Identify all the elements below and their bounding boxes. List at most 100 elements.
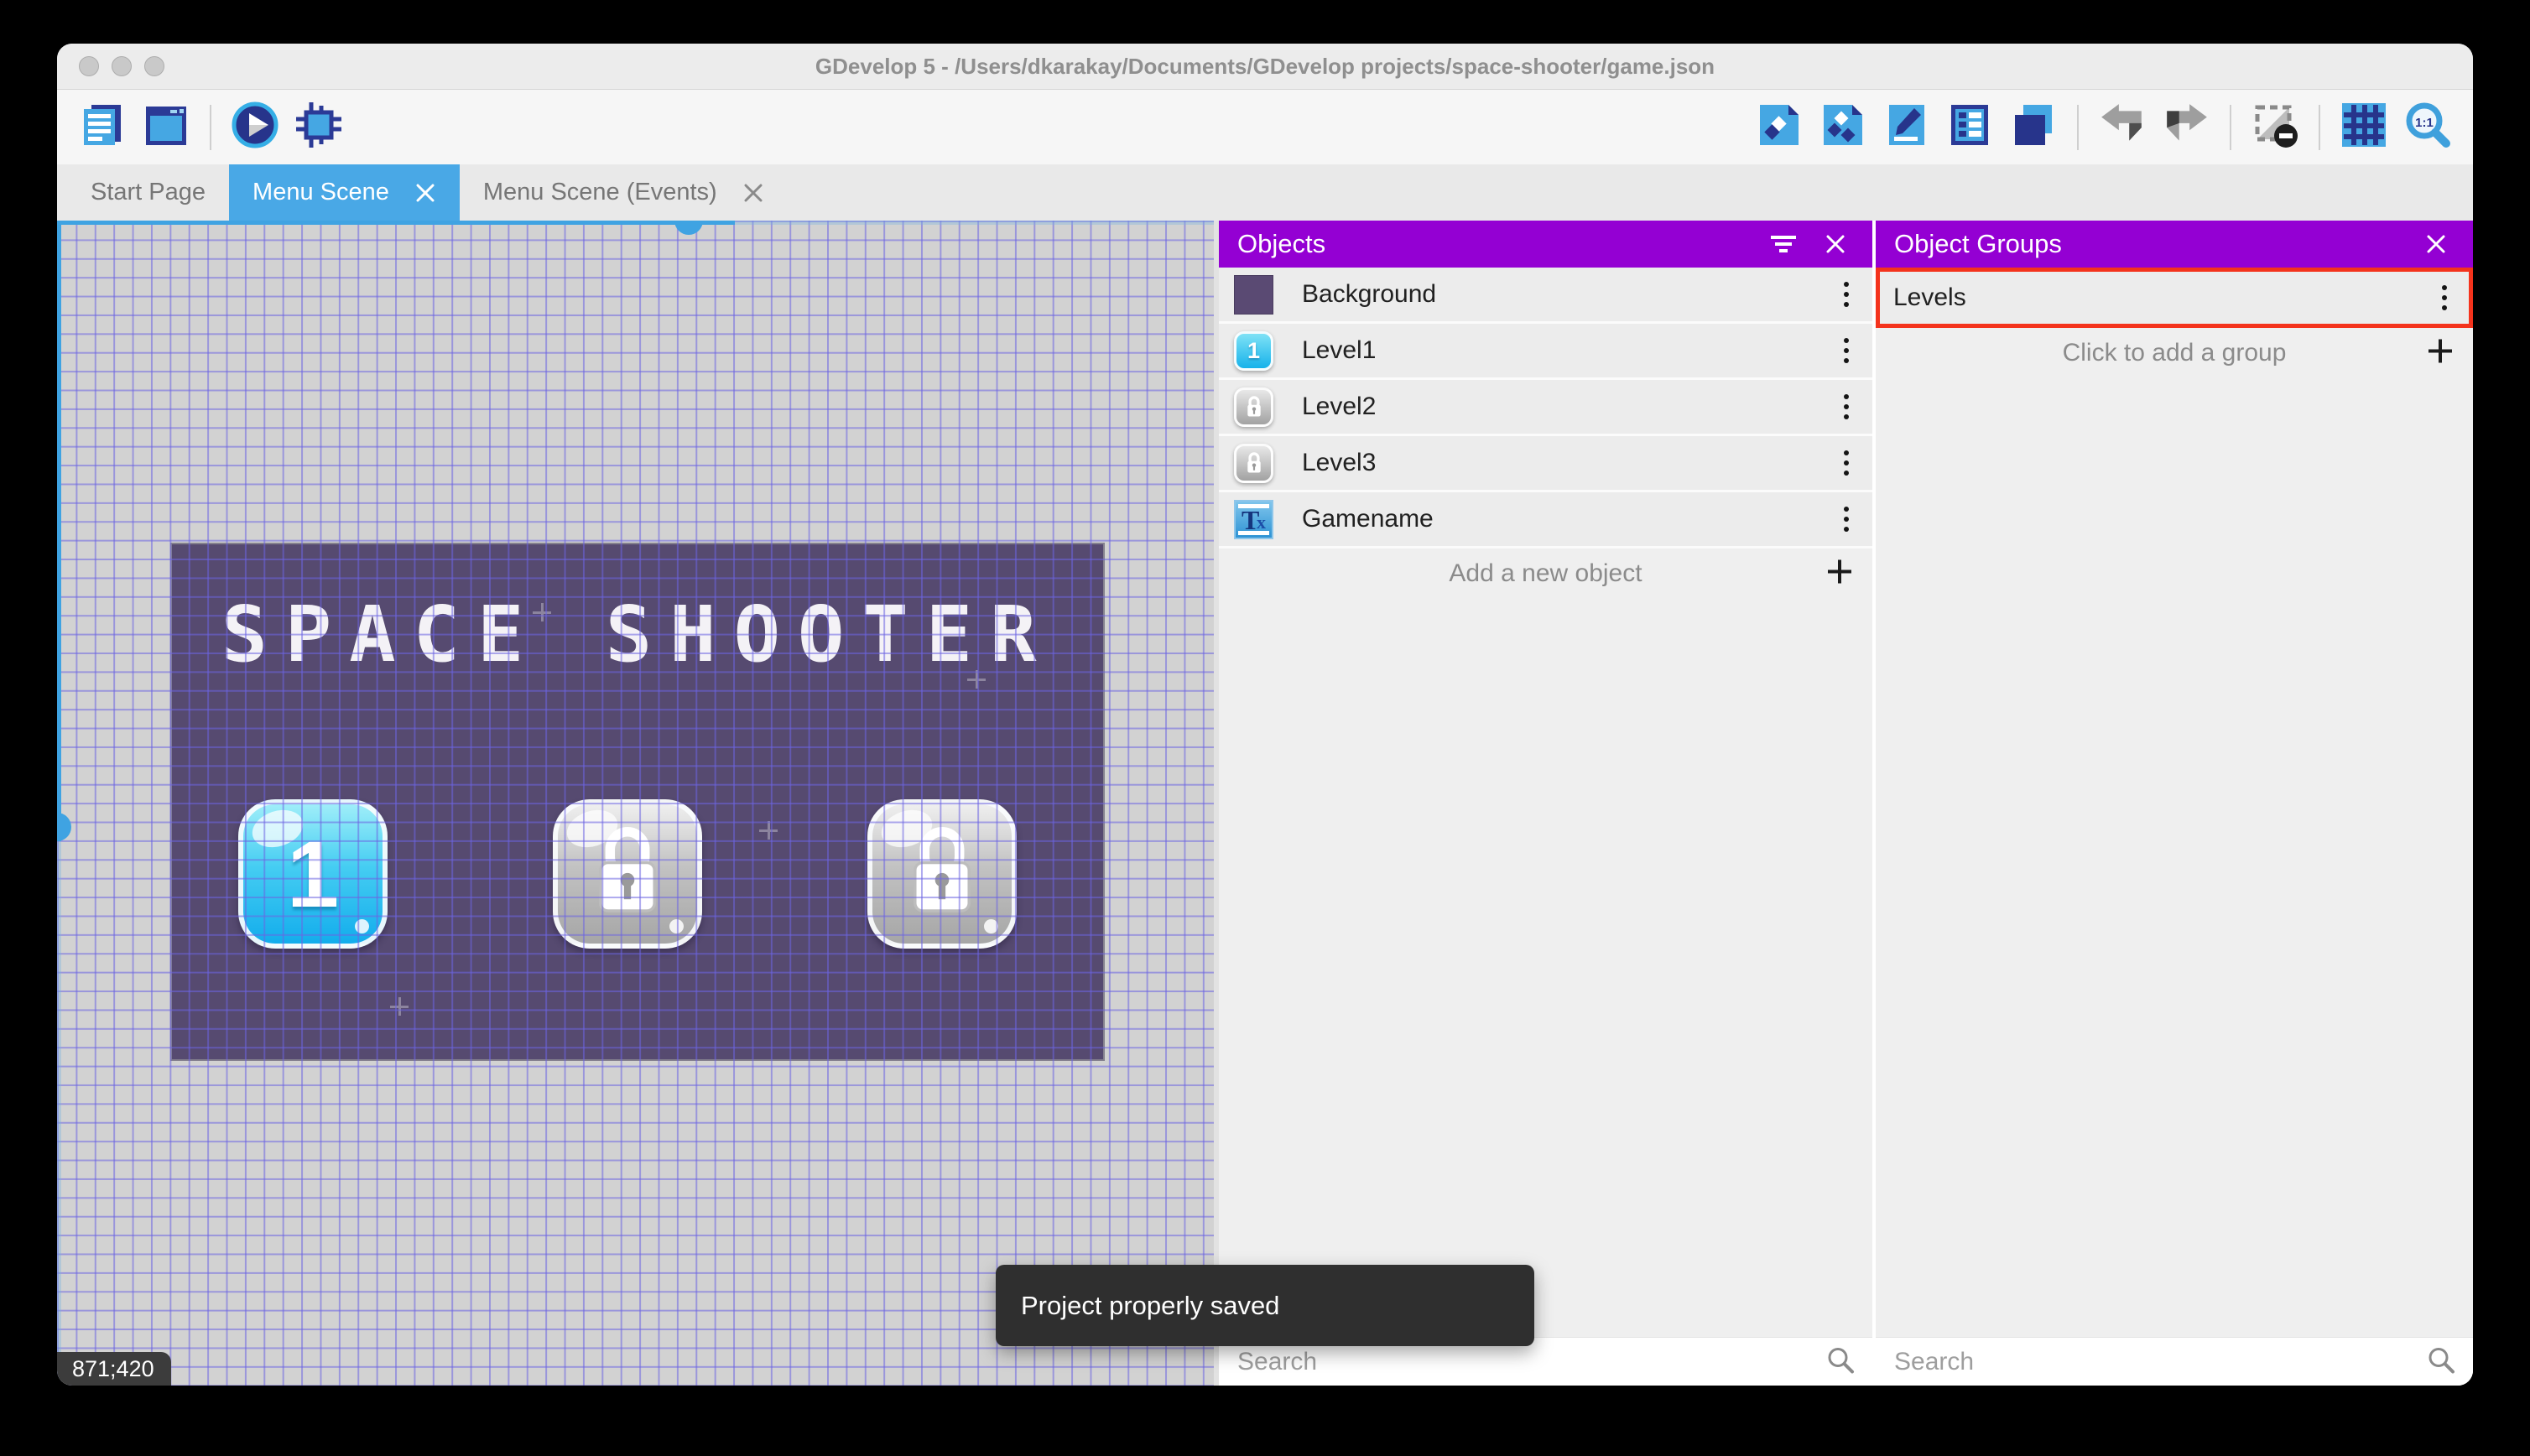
layers-icon bbox=[2010, 101, 2057, 153]
object-groups-panel: Object Groups Levels Click to add a grou… bbox=[1876, 221, 2473, 1386]
objects-panel: Objects Background 1 Level1 Level2 Level… bbox=[1219, 221, 1872, 1386]
text-object-icon: T x bbox=[1234, 499, 1273, 539]
filter-button[interactable] bbox=[1765, 226, 1802, 263]
background-instance[interactable]: SPACE SHOOTER 1 bbox=[170, 543, 1105, 1061]
level1-thumbnail-icon: 1 bbox=[1234, 330, 1273, 371]
object-menu-button[interactable] bbox=[1835, 277, 1857, 312]
save-toast: Project properly saved bbox=[996, 1265, 1534, 1346]
close-tab-icon[interactable] bbox=[414, 182, 436, 204]
preview-play-button[interactable] bbox=[231, 101, 279, 152]
object-row-gamename[interactable]: T x Gamename bbox=[1219, 492, 1872, 549]
tab-start-page[interactable]: Start Page bbox=[67, 164, 229, 221]
locked-thumbnail-icon bbox=[1234, 387, 1273, 427]
object-name: Level3 bbox=[1302, 449, 1377, 476]
start-page-button[interactable] bbox=[142, 103, 190, 152]
close-object-groups-panel-button[interactable] bbox=[2418, 226, 2455, 263]
toolbar-separator bbox=[2077, 104, 2079, 150]
objects-panel-icon bbox=[1755, 101, 1802, 153]
debug-chip-icon bbox=[294, 101, 343, 153]
undo-icon bbox=[2098, 101, 2147, 153]
plus-icon bbox=[2426, 337, 2455, 370]
zoom-ratio-label: 1:1 bbox=[2415, 116, 2434, 130]
groups-search-input[interactable] bbox=[1876, 1347, 2473, 1376]
vertical-scrollbar-track[interactable] bbox=[57, 221, 61, 841]
background-swatch-icon bbox=[1234, 274, 1273, 315]
tab-label: Menu Scene (Events) bbox=[482, 179, 717, 205]
open-instances-list-button[interactable] bbox=[1945, 103, 1994, 152]
groups-search-bar bbox=[1876, 1337, 2473, 1386]
toolbar: 1:1 bbox=[57, 90, 2473, 164]
horizontal-scrollbar-rest bbox=[735, 221, 1214, 225]
plus-icon bbox=[1825, 558, 1854, 590]
tab-menu-scene[interactable]: Menu Scene bbox=[229, 164, 460, 221]
level2-button-instance[interactable] bbox=[553, 799, 702, 949]
instances-list-icon bbox=[1946, 101, 1993, 153]
toggle-grid-button[interactable] bbox=[2340, 103, 2388, 152]
star-sparkle bbox=[759, 821, 778, 840]
mask-window-icon bbox=[2251, 101, 2299, 153]
button-dot bbox=[355, 919, 369, 933]
object-name: Gamename bbox=[1302, 505, 1434, 533]
object-groups-list: Levels Click to add a group bbox=[1876, 268, 2473, 1337]
star-sparkle bbox=[390, 997, 409, 1016]
tab-label: Menu Scene bbox=[252, 179, 389, 205]
open-properties-panel-button[interactable] bbox=[1882, 103, 1930, 152]
close-tab-icon[interactable] bbox=[742, 182, 764, 204]
open-objects-panel-button[interactable] bbox=[1754, 103, 1803, 152]
undo-button[interactable] bbox=[2098, 103, 2147, 152]
search-icon bbox=[1825, 1344, 1856, 1379]
scene-editor-canvas[interactable]: SPACE SHOOTER 1 871;420 bbox=[57, 221, 1214, 1386]
toolbar-separator bbox=[2319, 104, 2320, 150]
level1-button-instance[interactable]: 1 bbox=[238, 799, 388, 949]
grid-icon bbox=[2340, 101, 2387, 153]
toast-message: Project properly saved bbox=[1021, 1290, 1280, 1320]
add-group-button[interactable]: Click to add a group bbox=[1876, 328, 2473, 378]
cursor-coordinates: 871;420 bbox=[57, 1352, 171, 1386]
objects-search-input[interactable] bbox=[1219, 1347, 1872, 1376]
game-title-instance[interactable]: SPACE SHOOTER bbox=[172, 590, 1103, 679]
zoom-1-1-icon: 1:1 bbox=[2403, 101, 2452, 153]
object-name: Background bbox=[1302, 280, 1437, 308]
open-object-groups-panel-button[interactable] bbox=[1818, 103, 1866, 152]
project-manager-button[interactable] bbox=[78, 103, 127, 152]
object-groups-panel-icon bbox=[1819, 101, 1866, 153]
object-row-background[interactable]: Background bbox=[1219, 268, 1872, 324]
add-object-button[interactable]: Add a new object bbox=[1219, 549, 1872, 599]
window-title: GDevelop 5 - /Users/dkarakay/Documents/G… bbox=[815, 54, 1715, 79]
object-menu-button[interactable] bbox=[1835, 445, 1857, 481]
redo-button[interactable] bbox=[2162, 103, 2210, 152]
object-menu-button[interactable] bbox=[1835, 333, 1857, 368]
vertical-scrollbar-thumb[interactable] bbox=[57, 813, 71, 841]
horizontal-scrollbar-track[interactable] bbox=[57, 221, 735, 225]
horizontal-scrollbar-thumb[interactable] bbox=[674, 221, 703, 235]
objects-panel-header: Objects bbox=[1219, 221, 1872, 268]
zoom-original-button[interactable]: 1:1 bbox=[2403, 101, 2452, 153]
button-dot bbox=[669, 919, 684, 933]
redo-icon bbox=[2162, 101, 2210, 153]
object-groups-panel-title: Object Groups bbox=[1894, 229, 2062, 258]
object-menu-button[interactable] bbox=[1835, 502, 1857, 537]
debugger-button[interactable] bbox=[294, 101, 343, 153]
toggle-mask-button[interactable] bbox=[2251, 103, 2299, 152]
object-menu-button[interactable] bbox=[1835, 389, 1857, 424]
open-layers-panel-button[interactable] bbox=[2009, 103, 2058, 152]
group-name: Levels bbox=[1893, 283, 1966, 311]
group-menu-button[interactable] bbox=[2434, 280, 2455, 315]
object-groups-panel-header: Object Groups bbox=[1876, 221, 2473, 268]
object-row-level2[interactable]: Level2 bbox=[1219, 380, 1872, 436]
toolbar-separator bbox=[210, 104, 211, 150]
objects-list: Background 1 Level1 Level2 Level3 T x Ga… bbox=[1219, 268, 1872, 1337]
tab-menu-scene-events[interactable]: Menu Scene (Events) bbox=[460, 164, 788, 221]
toolbar-separator bbox=[2230, 104, 2231, 150]
object-name: Level2 bbox=[1302, 393, 1377, 420]
objects-panel-title: Objects bbox=[1237, 229, 1326, 258]
locked-thumbnail-icon bbox=[1234, 443, 1273, 483]
group-row-levels-highlighted[interactable]: Levels bbox=[1876, 268, 2473, 328]
level3-button-instance[interactable] bbox=[867, 799, 1017, 949]
object-row-level3[interactable]: Level3 bbox=[1219, 436, 1872, 492]
properties-pencil-icon bbox=[1882, 101, 1929, 153]
title-bar: GDevelop 5 - /Users/dkarakay/Documents/G… bbox=[57, 44, 2473, 90]
project-manager-icon bbox=[79, 101, 126, 153]
object-row-level1[interactable]: 1 Level1 bbox=[1219, 324, 1872, 380]
close-objects-panel-button[interactable] bbox=[1817, 226, 1854, 263]
